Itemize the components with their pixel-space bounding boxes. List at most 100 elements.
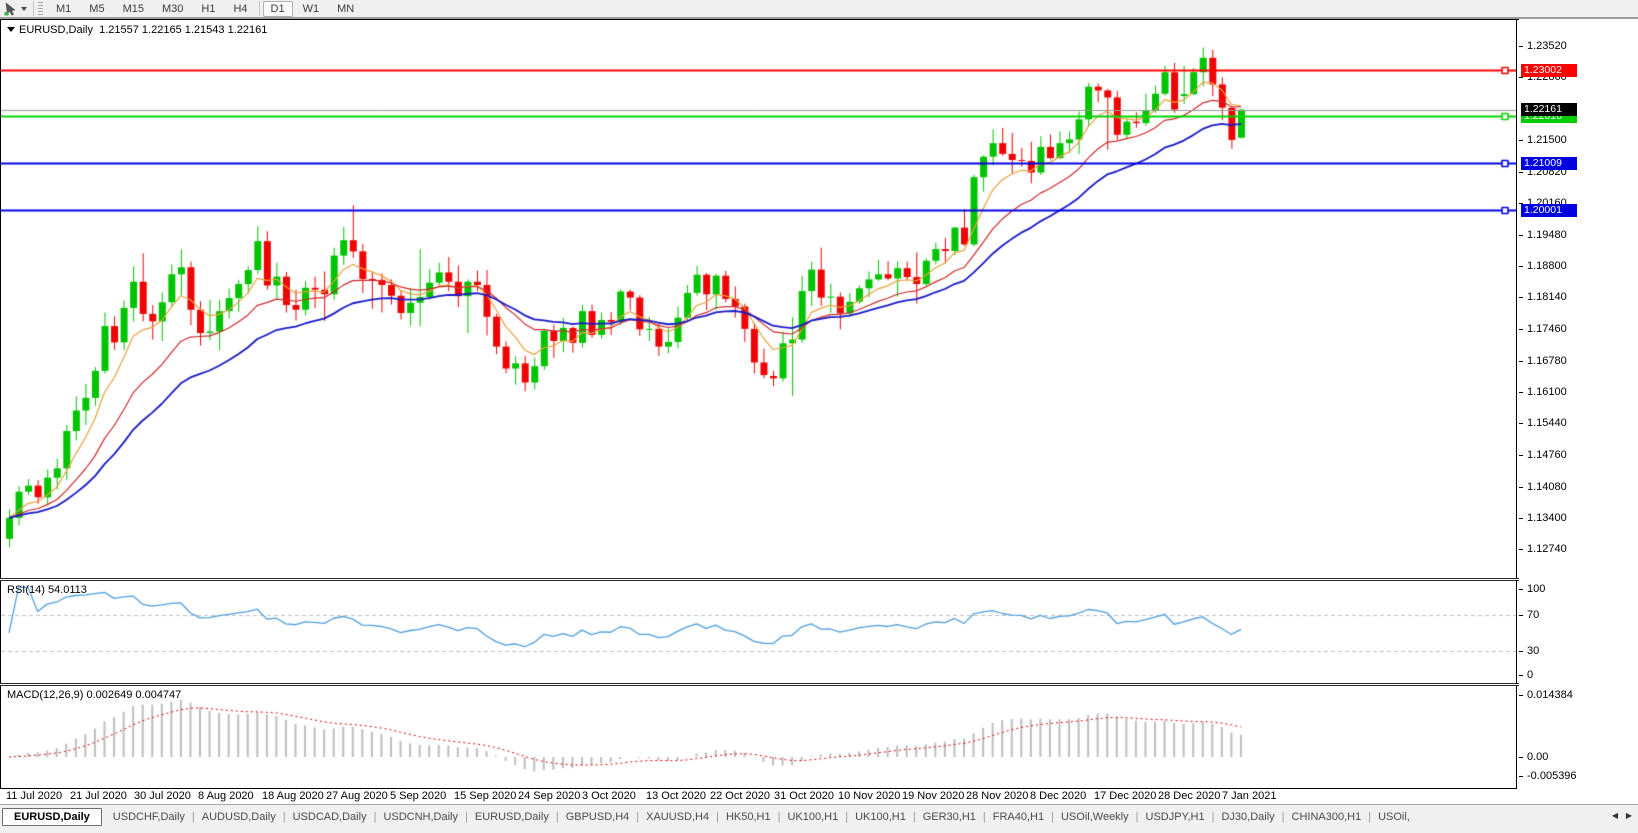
date-label: 11 Jul 2020 <box>6 790 63 802</box>
price-axis-label: 1.18140 <box>1527 291 1567 304</box>
chart-tab-uk100-h1[interactable]: UK100,H1 <box>778 809 847 825</box>
axis-tick <box>1519 518 1523 520</box>
chart-tab-fra40-h1[interactable]: FRA40,H1 <box>984 809 1053 825</box>
price-scale[interactable]: 1.235201.228601.215001.208201.201601.194… <box>1519 19 1638 804</box>
tool-dropdown-caret[interactable] <box>21 6 27 11</box>
axis-tick <box>1519 172 1523 174</box>
time-scale[interactable]: 11 Jul 2020 21 Jul 2020 30 Jul 2020 8 Aug 2… <box>0 789 1638 804</box>
timeframe-button-w1[interactable]: W1 <box>295 1 328 17</box>
date-label: 28 Nov 2020 <box>966 790 1029 802</box>
price-axis-label: 1.17460 <box>1527 322 1567 335</box>
rsi-chart-canvas[interactable] <box>1 581 1516 683</box>
ohlc-open: 1.21557 <box>99 24 139 36</box>
date-label: 3 Oct 2020 <box>582 790 636 802</box>
mt4-window: M1 M5 M15 M30 H1 H4 D1 W1 MN EURUSD,Daily 1.2155… <box>0 0 1638 833</box>
toolbar-grip[interactable] <box>38 2 43 15</box>
axis-tick <box>1519 589 1523 590</box>
chart-tab-usdcad-daily[interactable]: USDCAD,Daily <box>284 809 376 825</box>
price-line-badge: 1.23002 <box>1521 63 1577 77</box>
price-axis-label: 1.23520 <box>1527 40 1567 53</box>
price-line-badge: 1.21009 <box>1521 156 1577 170</box>
date-label: 21 Jul 2020 <box>70 790 127 802</box>
chart-collapse-icon[interactable] <box>7 27 15 32</box>
price-axis-label: 1.14080 <box>1527 480 1567 493</box>
chart-tab-usoil[interactable]: USOil, <box>1369 809 1419 825</box>
axis-tick <box>1519 776 1523 777</box>
date-label: 22 Oct 2020 <box>710 790 770 802</box>
date-label: 27 Aug 2020 <box>326 790 388 802</box>
price-axis-label: 1.14760 <box>1527 448 1567 461</box>
chart-tab-hk50-h1[interactable]: HK50,H1 <box>717 809 780 825</box>
chart-tab-audusd-daily[interactable]: AUDUSD,Daily <box>193 809 285 825</box>
date-label: 18 Aug 2020 <box>262 790 324 802</box>
date-label: 15 Sep 2020 <box>454 790 517 802</box>
macd-chart-canvas[interactable] <box>1 686 1516 788</box>
chart-symbol-label: EURUSD,Daily <box>19 24 93 36</box>
chart-tab-uk100-h1[interactable]: UK100,H1 <box>846 809 915 825</box>
rsi-axis-label: 100 <box>1527 583 1546 595</box>
tab-scroll-left-icon[interactable]: ◀ <box>1608 808 1622 824</box>
macd-axis-label: -0.005396 <box>1527 770 1577 782</box>
axis-tick <box>1519 266 1523 268</box>
rsi-label: RSI(14) 54.0113 <box>7 584 87 596</box>
date-label: 7 Jan 2021 <box>1222 790 1277 802</box>
date-label: 31 Oct 2020 <box>774 790 834 802</box>
timeframe-button-m15[interactable]: M15 <box>115 1 152 17</box>
price-axis-label: 1.12740 <box>1527 543 1567 556</box>
chart-tab-ger30-h1[interactable]: GER30,H1 <box>914 809 985 825</box>
chart-tab-usdcnh-daily[interactable]: USDCNH,Daily <box>374 809 467 825</box>
price-axis-label: 1.21500 <box>1527 134 1567 147</box>
timeframe-button-mn[interactable]: MN <box>329 1 362 17</box>
date-label: 17 Dec 2020 <box>1094 790 1157 802</box>
axis-tick <box>1519 695 1523 696</box>
price-axis-label: 1.19480 <box>1527 228 1567 241</box>
axis-tick <box>1519 46 1523 48</box>
price-axis-label: 1.18800 <box>1527 260 1567 273</box>
axis-tick <box>1519 297 1523 299</box>
axis-tick <box>1519 486 1523 488</box>
tab-scroll-right-icon[interactable]: ▶ <box>1622 808 1636 824</box>
toolbar-separator <box>258 1 260 16</box>
chart-tab-dj30-daily[interactable]: DJ30,Daily <box>1212 809 1283 825</box>
date-label: 13 Oct 2020 <box>646 790 706 802</box>
axis-tick <box>1519 675 1523 676</box>
price-chart-canvas[interactable] <box>1 20 1516 578</box>
timeframe-button-m5[interactable]: M5 <box>81 1 112 17</box>
axis-tick <box>1519 549 1523 551</box>
chart-tab-usoil-weekly[interactable]: USOil,Weekly <box>1052 809 1138 825</box>
price-axis-label: 1.16780 <box>1527 354 1567 367</box>
timeframe-button-h1[interactable]: H1 <box>193 1 223 17</box>
axis-tick <box>1519 392 1523 394</box>
toolbar-separator <box>33 1 34 16</box>
date-label: 24 Sep 2020 <box>518 790 581 802</box>
timeframe-button-d1[interactable]: D1 <box>262 0 293 17</box>
price-axis-label: 1.15440 <box>1527 417 1567 430</box>
macd-axis-label: 0.00 <box>1527 751 1549 763</box>
date-label: 8 Dec 2020 <box>1030 790 1087 802</box>
axis-tick <box>1519 757 1523 758</box>
timeframe-button-m30[interactable]: M30 <box>154 1 191 17</box>
chart-tab-usdchf-daily[interactable]: USDCHF,Daily <box>104 809 194 825</box>
axis-tick <box>1519 454 1523 456</box>
chart-tab-bar: EURUSD,Daily USDCHF,Daily | AUDUSD,Daily | US… <box>0 804 1638 828</box>
axis-tick <box>1519 328 1523 330</box>
price-axis-label: 1.13400 <box>1527 512 1567 525</box>
current-price-badge: 1.22161 <box>1521 103 1577 117</box>
chart-tab-xauusd-h4[interactable]: XAUUSD,H4 <box>637 809 718 825</box>
axis-tick <box>1519 360 1523 362</box>
macd-label: MACD(12,26,9) 0.002649 0.004747 <box>7 689 182 701</box>
date-label: 30 Jul 2020 <box>134 790 191 802</box>
chart-tab-china300-h1[interactable]: CHINA300,H1 <box>1283 809 1371 825</box>
rsi-axis-label: 30 <box>1527 645 1540 658</box>
cursor-tool-icon[interactable] <box>2 1 20 16</box>
chart-tab-gbpusd-h4[interactable]: GBPUSD,H4 <box>557 809 639 825</box>
axis-tick <box>1519 423 1523 425</box>
ohlc-high: 1.22165 <box>141 24 182 36</box>
chart-tab-eurusd-daily[interactable]: EURUSD,Daily <box>2 807 102 826</box>
chart-tab-usdjpy-h1[interactable]: USDJPY,H1 <box>1137 809 1214 825</box>
chart-tab-eurusd-daily[interactable]: EURUSD,Daily <box>466 809 558 825</box>
timeframe-button-h4[interactable]: H4 <box>225 1 255 17</box>
axis-tick <box>1519 614 1523 616</box>
ohlc-low: 1.21543 <box>184 24 225 36</box>
timeframe-button-m1[interactable]: M1 <box>48 1 79 17</box>
